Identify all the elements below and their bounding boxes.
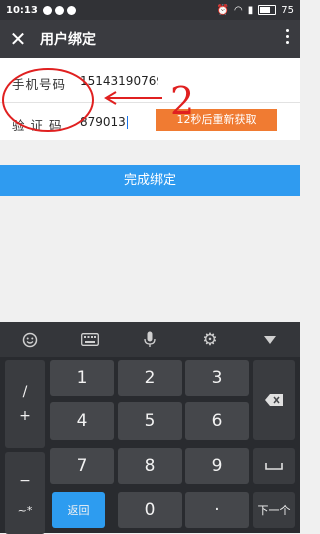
key-0[interactable]: 0 — [118, 492, 182, 528]
close-icon[interactable]: ✕ — [0, 20, 36, 58]
key-dot[interactable]: · — [185, 492, 249, 528]
collapse-icon[interactable] — [256, 322, 284, 357]
key-minus[interactable]: − — [19, 473, 31, 489]
wifi-icon: ◠ — [234, 4, 243, 16]
key-6[interactable]: 6 — [185, 402, 249, 440]
page-title: 用户绑定 — [40, 32, 96, 48]
mic-icon[interactable] — [136, 322, 164, 357]
back-key[interactable]: 返回 — [52, 492, 105, 528]
backspace-key[interactable] — [253, 360, 295, 440]
key-plus[interactable]: + — [19, 408, 31, 424]
space-icon — [265, 463, 283, 470]
battery-icon — [258, 5, 277, 15]
key-3[interactable]: 3 — [185, 360, 249, 396]
app-bar: ✕ 用户绑定 — [0, 20, 300, 58]
key-slash[interactable]: / — [23, 384, 28, 400]
key-5[interactable]: 5 — [118, 402, 182, 440]
keyboard-toolbar: ⚙ — [0, 322, 300, 357]
key-2[interactable]: 2 — [118, 360, 182, 396]
status-right: ⏰ ◠ ▮ 75 — [217, 0, 294, 20]
notification-icon — [42, 5, 52, 15]
alarm-icon: ⏰ — [216, 4, 230, 16]
gear-icon[interactable]: ⚙ — [196, 322, 224, 357]
symbols-key[interactable]: ~* — [5, 492, 45, 528]
key-9[interactable]: 9 — [185, 448, 249, 484]
space-key[interactable] — [253, 448, 295, 484]
key-8[interactable]: 8 — [118, 448, 182, 484]
symbol-column-top[interactable]: / + — [5, 360, 45, 448]
annotation-number: 2 — [170, 79, 194, 123]
annotation-circle — [2, 68, 94, 132]
status-bar: 10:13 ⏰ ◠ ▮ 75 — [0, 0, 300, 20]
notification-icon — [66, 5, 76, 15]
next-key[interactable]: 下一个 — [253, 492, 295, 528]
backspace-icon — [265, 394, 283, 406]
status-time: 10:13 — [6, 4, 38, 16]
battery-percent: 75 — [281, 4, 294, 16]
key-1[interactable]: 1 — [50, 360, 114, 396]
keyboard: ⚙ / + − * 1 2 3 4 5 6 7 8 9 ~* 返回 0 · 下一… — [0, 322, 300, 534]
emoji-icon[interactable] — [16, 322, 44, 357]
complete-binding-button[interactable]: 完成绑定 — [0, 165, 300, 196]
annotation-overlay: 2 — [2, 68, 194, 132]
key-7[interactable]: 7 — [50, 448, 114, 484]
notification-icons — [42, 5, 76, 15]
keyboard-icon[interactable] — [76, 322, 104, 357]
notification-icon — [54, 5, 64, 15]
signal-icon: ▮ — [247, 4, 254, 16]
more-vert-icon[interactable] — [286, 29, 290, 44]
key-4[interactable]: 4 — [50, 402, 114, 440]
